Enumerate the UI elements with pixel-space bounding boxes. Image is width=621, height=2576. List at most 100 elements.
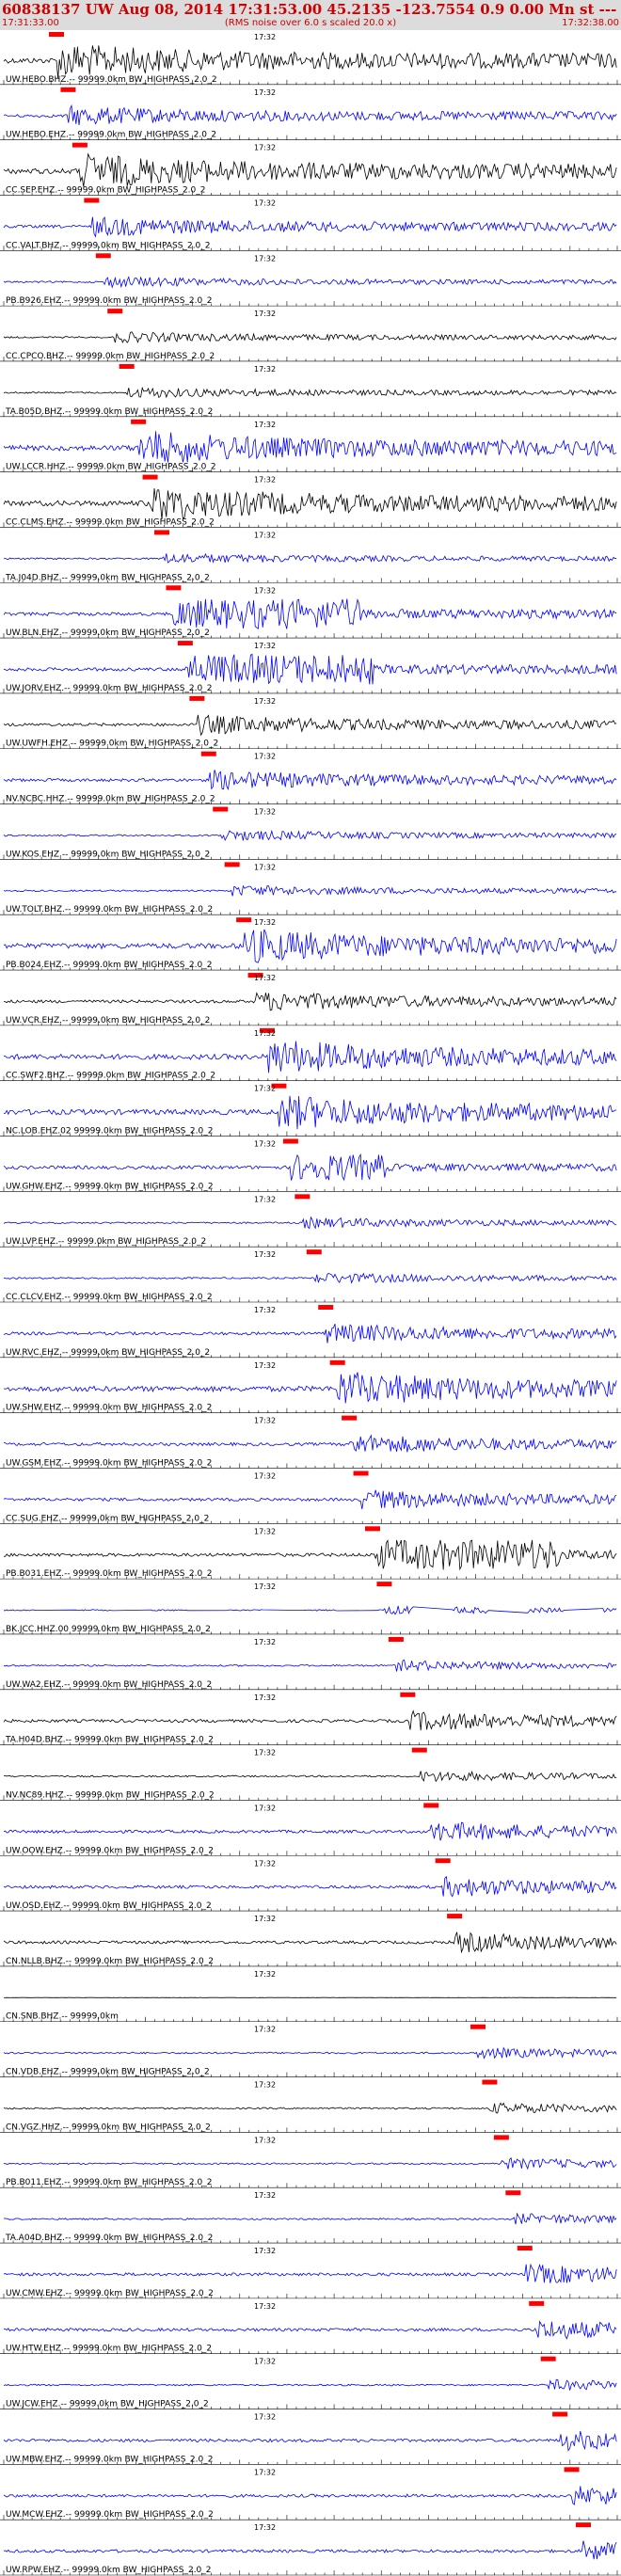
waveform [3,829,617,842]
minute-label: 17:32 [254,199,276,207]
minute-label: 17:32 [254,2358,276,2366]
pick-marker [166,585,182,591]
trace-row: 17:32 UW.OOW.EHZ.-- 99999.0km BW_HIGHPASS… [0,1803,621,1856]
trace-row: 17:32 UW.UWFH.EHZ.-- 99999.0km BW_HIGHPAS… [0,695,621,750]
trace-row: 17:32 UW.VCR.EHZ.-- 99999.0km BW_HIGHPASS… [0,973,621,1026]
pick-marker [49,32,64,37]
pick-marker [177,641,193,646]
waveform [3,552,617,564]
trace-row: 17:32 TA.H04D.BHZ.-- 99999.0km BW_HIGHPAS… [0,1692,621,1745]
minute-label: 17:32 [254,2026,276,2034]
waveform [3,714,617,737]
station-label: UW.VCR.EHZ.-- 99999.0km BW_HIGHPASS_2.0_… [6,1016,210,1026]
pick-marker [131,419,147,424]
waveform [3,1932,617,1954]
pick-marker [119,363,135,369]
minute-label: 17:32 [254,33,276,41]
trace-row: 17:32 CC.VALT.BHZ.-- 99999.0km BW_HIGHPAS… [0,198,621,251]
pick-marker [154,530,169,535]
pick-marker [107,309,123,314]
minute-label: 17:32 [254,1859,276,1868]
minute-label: 17:32 [254,476,276,485]
station-label: PB.B031.EHZ.-- 99999.0km BW_HIGHPASS_2.0… [6,1569,212,1579]
trace-row: 17:32 CN.VDB.EHZ.-- 99999.0km BW_HIGHPASS… [0,2024,621,2077]
waveform [3,2102,617,2114]
minute-label: 17:32 [254,586,276,595]
minute-label: 17:32 [254,2191,276,2200]
pick-marker [529,2300,545,2306]
waveform [3,2263,617,2283]
trace-row: 17:32 CC.CLMS.EHZ.-- 99999.0km BW_HIGHPAS… [0,474,621,528]
trace-row: 17:32 UW.GHW.EHZ.-- 99999.0km BW_HIGHPASS… [0,1138,621,1192]
minute-label: 17:32 [254,1085,276,1093]
waveform [3,103,617,125]
minute-label: 17:32 [254,918,276,927]
pick-marker [318,1305,334,1310]
trace-row: 17:32 UW.MBW.EHZ.-- 99999.0km BW_HIGHPASS… [0,2411,621,2465]
waveform [3,215,617,238]
minute-label: 17:32 [254,863,276,871]
waveform [3,1770,617,1783]
minute-label: 17:32 [254,254,276,262]
pick-marker [224,862,240,867]
minute-label: 17:32 [254,1140,276,1149]
pick-marker [376,1582,392,1587]
minute-label: 17:32 [254,2247,276,2255]
pick-marker [505,2190,521,2196]
minute-label: 17:32 [254,697,276,706]
trace-row: 17:32 UW.RVC.EHZ.-- 99999.0km BW_HIGHPASS… [0,1305,621,1359]
waveform [3,770,617,791]
minute-label: 17:32 [254,1915,276,1923]
station-label: UW.MBW.EHZ.-- 99999.0km BW_HIGHPASS_2.0_… [6,2455,213,2464]
waveform [3,1153,617,1182]
pick-marker [189,695,205,701]
minute-label: 17:32 [254,2136,276,2144]
waveform [3,2046,617,2059]
minute-label: 17:32 [254,1029,276,1038]
trace-row: 17:32 UW.OSD.EHZ.-- 99999.0km BW_HIGHPASS… [0,1858,621,1912]
waveform [3,1659,617,1672]
pick-marker [236,917,252,923]
station-label: TA.J04D.BHZ.-- 99999.0km BW_HIGHPASS_2.0… [5,573,210,582]
waveform [3,929,617,963]
station-label: BK.JCC.HHZ.00 99999.0km BW_HIGHPASS_2.0_… [6,1625,211,1634]
pick-marker [142,474,158,480]
minute-label: 17:32 [254,1638,276,1646]
station-label: UW.GSM.EHZ.-- 99999.0km BW_HIGHPASS_2.0_… [6,1458,212,1468]
trace-row: 17:32 NV.NCBC.HHZ.-- 99999.0km BW_HIGHPAS… [0,751,621,804]
minute-label: 17:32 [254,1804,276,1812]
station-label: CN.SNB.BHZ.-- 99999.0km [6,2012,119,2022]
station-label: TA.H04D.BHZ.-- 99999.0km BW_HIGHPASS_2.0… [5,1736,214,1745]
minute-label: 17:32 [254,310,276,318]
station-label: UW.LCCR.HHZ.-- 99999.0km BW_HIGHPASS_2.0… [6,463,216,472]
station-label: UW.CMW.EHZ.-- 99999.0km BW_HIGHPASS_2.0_… [6,2289,214,2298]
station-label: UW.HTW.EHZ.-- 99999.0km BW_HIGHPASS_2.0_… [6,2345,212,2354]
minute-label: 17:32 [254,1693,276,1702]
waveform [3,152,617,187]
pick-marker [306,1249,322,1255]
station-label: UW.RPW.EHZ.-- 99999.0km BW_HIGHPASS_2.0_… [6,2566,212,2575]
trace-row: 17:32 UW.JORV.EHZ.-- 99999.0km BW_HIGHPAS… [0,641,621,694]
trace-row: 17:32 UW.BLN.EHZ.-- 99999.0km BW_HIGHPASS… [0,585,621,639]
trace-row: 17:32 UW.HEBO.EHZ.-- 99999.0km BW_HIGHPAS… [0,87,621,140]
trace-row: 17:32 NC.LOB.EHZ.02 99999.0km BW_HIGHPASS… [0,1083,621,1137]
trace-row: 17:32 TA.J04D.BHZ.-- 99999.0km BW_HIGHPAS… [0,530,621,583]
waveform [3,331,617,344]
pick-marker [84,198,100,203]
trace-row: 17:32 CC.CPCO.BHZ.-- 99999.0km BW_HIGHPAS… [0,309,621,362]
station-label: TA.A04D.BHZ.-- 99999.0km BW_HIGHPASS_2.0… [5,2234,213,2243]
trace-row: 17:32 TA.A04D.BHZ.-- 99999.0km BW_HIGHPAS… [0,2190,621,2244]
waveform [3,2212,617,2225]
trace-row: 17:32 UW.LCCR.HHZ.-- 99999.0km BW_HIGHPAS… [0,419,621,472]
minute-label: 17:32 [254,531,276,539]
trace-row: 17:32 UW.SHW.EHZ.-- 99999.0km BW_HIGHPASS… [0,1360,621,1413]
trace-row: 17:32 NV.NC89.HHZ.-- 99999.0km BW_HIGHPAS… [0,1747,621,1801]
trace-row: 17:32 UW.JCW.EHZ.-- 99999.0km BW_HIGHPASS… [0,2356,621,2409]
trace-row: 17:32 CN.SNB.BHZ.-- 99999.0km [0,1970,621,2023]
waveform [3,884,617,897]
trace-row: 17:32 UW.CMW.EHZ.-- 99999.0km BW_HIGHPASS… [0,2246,621,2299]
pick-marker [447,1914,463,1919]
waveform [3,2320,617,2340]
minute-label: 17:32 [254,1582,276,1591]
event-title: 60838137 UW Aug 08, 2014 17:31:53.00 45.… [2,1,621,18]
